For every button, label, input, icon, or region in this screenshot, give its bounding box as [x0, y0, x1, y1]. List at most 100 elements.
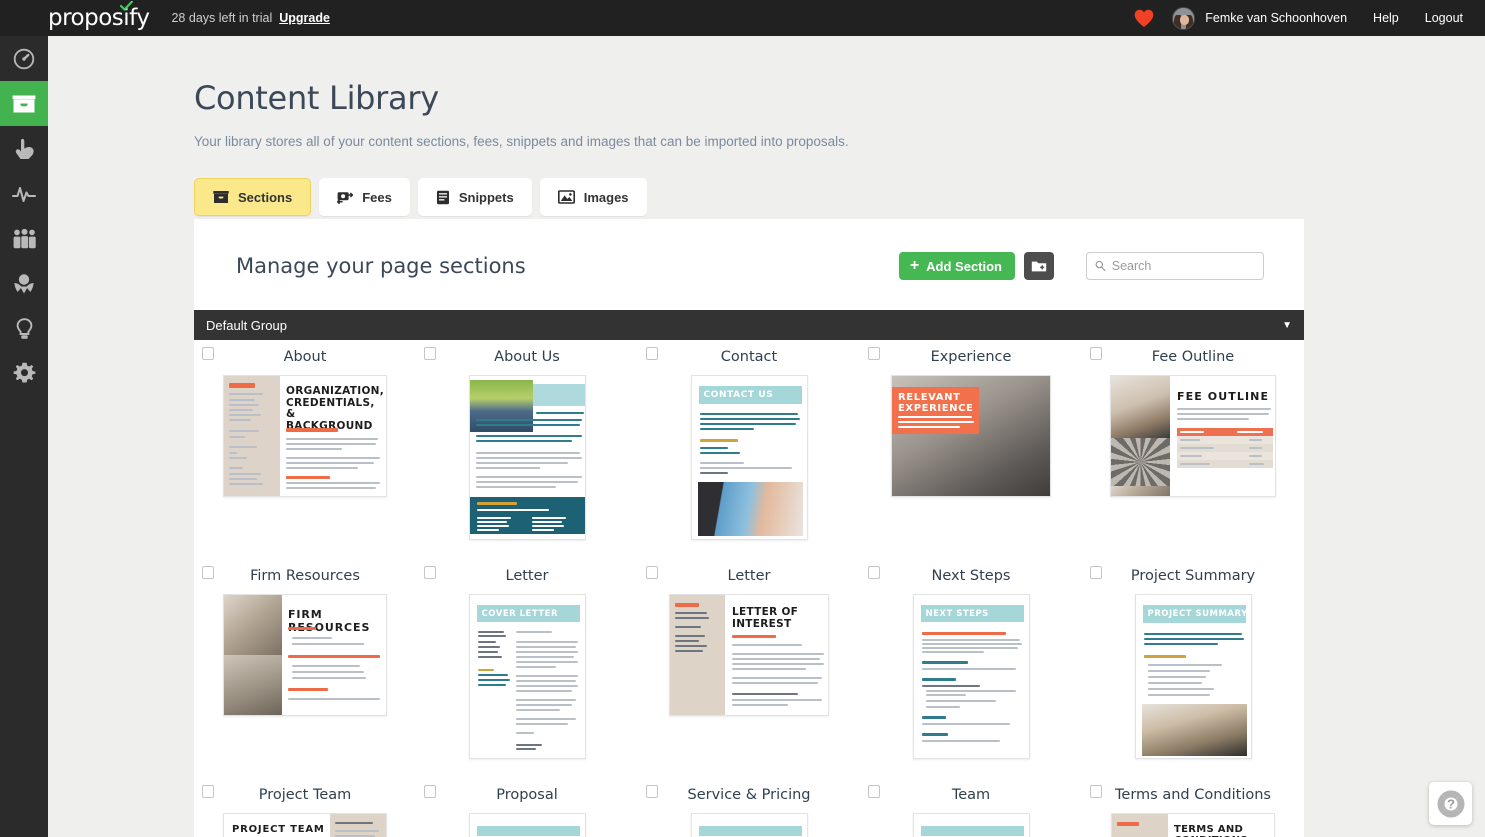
section-checkbox[interactable] [868, 566, 880, 579]
tab-images[interactable]: Images [540, 178, 647, 216]
section-thumbnail[interactable]: PROJECT TEAM [223, 813, 387, 837]
page-title: Content Library [194, 79, 1485, 117]
sidebar-item-ideas[interactable] [0, 306, 48, 351]
chevron-down-icon[interactable]: ▼ [1282, 320, 1292, 331]
heart-icon[interactable] [1134, 9, 1154, 28]
section-checkbox[interactable] [646, 566, 658, 579]
logo-checkmark-icon [120, 1, 133, 11]
sidebar-item-settings[interactable] [0, 351, 48, 396]
section-thumbnail[interactable]: ORGANIZATION,CREDENTIALS,& BACKGROUND [223, 375, 387, 497]
section-thumbnail[interactable]: COVER LETTER [469, 594, 586, 759]
speedometer-icon [13, 48, 35, 70]
search-box[interactable] [1086, 252, 1264, 280]
section-checkbox[interactable] [868, 347, 880, 360]
section-card[interactable]: Experience RELEVANTEXPERIENCE [860, 340, 1082, 559]
section-thumbnail[interactable] [913, 813, 1030, 837]
search-input[interactable] [1112, 259, 1255, 273]
section-checkbox[interactable] [646, 347, 658, 360]
section-thumbnail[interactable] [469, 813, 586, 837]
sidebar-item-proposals[interactable] [0, 126, 48, 171]
section-thumbnail[interactable]: CONTACT US [691, 375, 808, 540]
username-label: Femke van Schoonhoven [1205, 11, 1347, 25]
add-section-button[interactable]: + Add Section [899, 252, 1015, 280]
section-checkbox[interactable] [868, 785, 880, 798]
people-group-icon [12, 229, 37, 249]
tab-sections[interactable]: Sections [194, 178, 311, 216]
fee-tag-icon [337, 190, 353, 204]
section-card[interactable]: Fee Outline FEE OUTLINE [1082, 340, 1304, 559]
image-icon [558, 190, 575, 204]
logo-text: proposify [48, 6, 149, 30]
section-checkbox[interactable] [646, 785, 658, 798]
section-label: Project Summary [1131, 568, 1255, 584]
section-checkbox[interactable] [424, 785, 436, 798]
section-thumbnail[interactable]: RELEVANTEXPERIENCE [891, 375, 1051, 497]
section-label: Proposal [496, 787, 558, 803]
section-checkbox[interactable] [424, 347, 436, 360]
section-card[interactable]: Letter LETTER OFINTEREST [638, 559, 860, 778]
sections-panel: Manage your page sections + Add Section [194, 219, 1304, 837]
group-header-default[interactable]: Default Group ▼ [194, 310, 1304, 340]
help-widget-button[interactable]: ? [1429, 782, 1472, 825]
section-thumbnail[interactable]: PROJECT SUMMARY [1135, 594, 1252, 759]
avatar[interactable] [1172, 7, 1195, 30]
section-thumbnail[interactable]: NEXT STEPS [913, 594, 1030, 759]
section-card[interactable]: Next Steps NEXT STEPS [860, 559, 1082, 778]
section-card[interactable]: About Us [416, 340, 638, 559]
tab-bar: Sections Fees Snippets Images [194, 178, 1485, 216]
sidebar-item-content-library[interactable] [0, 81, 48, 126]
section-card[interactable]: Project Summary PROJECT SUMMARY [1082, 559, 1304, 778]
section-card[interactable]: Proposal [416, 778, 638, 837]
section-label: Service & Pricing [688, 787, 811, 803]
section-checkbox[interactable] [202, 347, 214, 360]
sidebar-item-dashboard[interactable] [0, 36, 48, 81]
sidebar-item-awards[interactable] [0, 261, 48, 306]
section-thumbnail[interactable]: FEE OUTLINE [1110, 375, 1276, 497]
add-folder-button[interactable] [1024, 252, 1054, 280]
tab-snippets[interactable]: Snippets [418, 178, 532, 216]
section-label: Team [952, 787, 990, 803]
section-checkbox[interactable] [1090, 785, 1102, 798]
section-checkbox[interactable] [1090, 347, 1102, 360]
page-content: Content Library Your library stores all … [48, 36, 1485, 837]
panel-header: Manage your page sections + Add Section [194, 219, 1304, 280]
lightbulb-icon [16, 318, 33, 340]
section-card[interactable]: About [194, 340, 416, 559]
svg-text:?: ? [1447, 796, 1455, 811]
tab-fees[interactable]: Fees [319, 178, 410, 216]
section-card[interactable]: Project Team PROJECT TEAM [194, 778, 416, 837]
help-link[interactable]: Help [1373, 11, 1399, 25]
panel-heading: Manage your page sections [236, 254, 526, 278]
section-label: Letter [728, 568, 771, 584]
hand-pointer-icon [14, 138, 35, 160]
section-checkbox[interactable] [202, 785, 214, 798]
section-thumbnail[interactable]: LETTER OFINTEREST [669, 594, 829, 716]
section-card[interactable]: Team [860, 778, 1082, 837]
snippet-page-icon [436, 190, 450, 205]
top-bar: proposify 28 days left in trial Upgrade … [0, 0, 1485, 36]
section-card[interactable]: Letter COVER LETTER [416, 559, 638, 778]
upgrade-link[interactable]: Upgrade [279, 11, 330, 25]
sections-grid: About [194, 340, 1304, 837]
section-checkbox[interactable] [202, 566, 214, 579]
section-thumbnail[interactable]: FIRM RESOURCES [223, 594, 387, 716]
logout-link[interactable]: Logout [1425, 11, 1463, 25]
search-icon [1095, 260, 1106, 272]
sidebar-item-clients[interactable] [0, 216, 48, 261]
section-card[interactable]: Service & Pricing [638, 778, 860, 837]
section-thumbnail[interactable]: TERMS ANDCONDITIONS [1111, 813, 1275, 837]
section-label: Firm Resources [250, 568, 360, 584]
section-card[interactable]: Contact CONTACT US [638, 340, 860, 559]
proposify-logo[interactable]: proposify [48, 6, 149, 30]
section-checkbox[interactable] [1090, 566, 1102, 579]
section-thumbnail[interactable] [691, 813, 808, 837]
section-card[interactable]: Firm Resources FIRM RESOURCES [194, 559, 416, 778]
tab-label: Fees [362, 190, 392, 205]
section-label: Letter [506, 568, 549, 584]
section-thumbnail[interactable] [469, 375, 586, 540]
sidebar-item-metrics[interactable] [0, 171, 48, 216]
page-subtitle: Your library stores all of your content … [194, 134, 1485, 149]
section-label: Contact [721, 349, 777, 365]
section-card[interactable]: Terms and Conditions TERMS ANDCONDITIONS [1082, 778, 1304, 837]
section-checkbox[interactable] [424, 566, 436, 579]
